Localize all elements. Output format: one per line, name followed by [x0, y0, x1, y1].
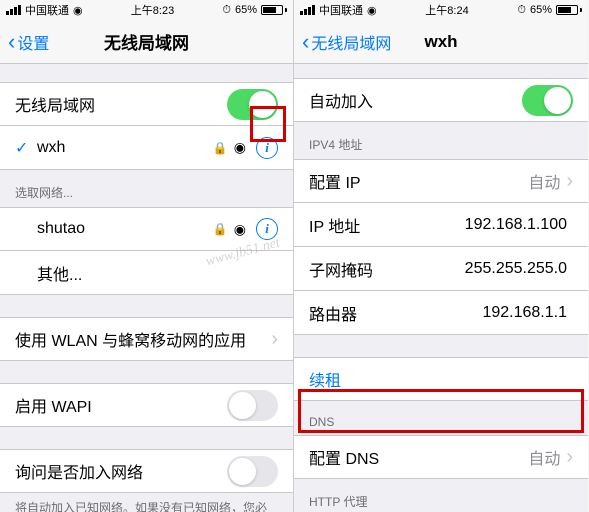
- auto-join-row: 自动加入: [294, 78, 588, 122]
- configure-dns-row[interactable]: 配置 DNS 自动 ›: [294, 435, 588, 479]
- status-time: 上午8:23: [131, 2, 174, 18]
- subnet-value: 255.255.255.0: [465, 260, 567, 278]
- wifi-icon: ◉: [234, 139, 246, 156]
- router-row: 路由器 192.168.1.1: [294, 291, 588, 335]
- wifi-switch[interactable]: [227, 89, 278, 120]
- chevron-left-icon: ‹: [8, 31, 15, 53]
- ask-switch[interactable]: [227, 456, 278, 487]
- wifi-toggle-row: 无线局域网: [0, 82, 293, 126]
- status-time: 上午8:24: [425, 2, 468, 18]
- battery-icon: [261, 5, 287, 15]
- wapi-switch[interactable]: [227, 390, 278, 421]
- wapi-row: 启用 WAPI: [0, 383, 293, 427]
- subnet-row: 子网掩码 255.255.255.0: [294, 247, 588, 291]
- ask-footer: 将自动加入已知网络。如果没有已知网络，您必须手动选择。: [0, 493, 293, 512]
- wifi-status-icon: ◉: [367, 4, 377, 17]
- auto-join-label: 自动加入: [309, 88, 373, 112]
- back-label: 设置: [17, 30, 49, 54]
- battery-icon: [556, 5, 582, 15]
- ip-address-row: IP 地址 192.168.1.100: [294, 203, 588, 247]
- configure-ip-row[interactable]: 配置 IP 自动 ›: [294, 159, 588, 203]
- back-button[interactable]: ‹无线局域网: [302, 30, 391, 54]
- carrier-label: 中国联通: [25, 2, 69, 18]
- router-label: 路由器: [309, 301, 357, 325]
- carrier-label: 中国联通: [319, 2, 363, 18]
- router-value: 192.168.1.1: [482, 304, 567, 322]
- ask-join-row: 询问是否加入网络: [0, 449, 293, 493]
- http-proxy-header: HTTP 代理: [294, 479, 588, 512]
- subnet-label: 子网掩码: [309, 257, 373, 281]
- status-bar: 中国联通 ◉ 上午8:23 ⏱ 65%: [0, 0, 293, 20]
- chevron-right-icon: ›: [271, 329, 278, 349]
- dns-header: DNS: [294, 401, 588, 435]
- alarm-icon: ⏱: [517, 4, 526, 17]
- renew-lease-row[interactable]: 续租: [294, 357, 588, 401]
- apps-label: 使用 WLAN 与蜂窝移动网的应用: [15, 327, 246, 351]
- configure-ip-value: 自动: [528, 169, 560, 193]
- configure-ip-label: 配置 IP: [309, 169, 361, 193]
- wifi-icon: ◉: [234, 221, 246, 238]
- ip-address-value: 192.168.1.100: [465, 216, 567, 234]
- network-name: wxh: [37, 139, 65, 157]
- configure-dns-label: 配置 DNS: [309, 445, 379, 469]
- apps-using-wlan-row[interactable]: 使用 WLAN 与蜂窝移动网的应用 ›: [0, 317, 293, 361]
- chevron-left-icon: ‹: [302, 31, 309, 53]
- network-row[interactable]: shutao 🔒 ◉ i: [0, 207, 293, 251]
- info-icon[interactable]: i: [256, 218, 278, 240]
- chevron-right-icon: ›: [566, 447, 573, 467]
- signal-icon: [300, 5, 315, 15]
- chevron-right-icon: ›: [566, 171, 573, 191]
- wifi-status-icon: ◉: [73, 4, 83, 17]
- info-icon[interactable]: i: [256, 137, 278, 159]
- renew-label: 续租: [309, 367, 341, 391]
- ip-address-label: IP 地址: [309, 213, 360, 237]
- navbar: ‹设置 无线局域网: [0, 20, 293, 64]
- wapi-label: 启用 WAPI: [15, 393, 92, 417]
- back-button[interactable]: ‹设置: [8, 30, 49, 54]
- navbar: ‹无线局域网 wxh: [294, 20, 588, 64]
- connected-network-row[interactable]: ✓ wxh 🔒 ◉ i: [0, 126, 293, 170]
- choose-network-header: 选取网络...: [0, 170, 293, 207]
- battery-percent: 65%: [235, 4, 257, 16]
- ask-label: 询问是否加入网络: [15, 459, 143, 483]
- configure-dns-value: 自动: [528, 445, 560, 469]
- wifi-toggle-label: 无线局域网: [15, 92, 95, 116]
- lock-icon: 🔒: [213, 141, 228, 155]
- check-icon: ✓: [15, 138, 29, 158]
- battery-percent: 65%: [530, 4, 552, 16]
- status-bar: 中国联通 ◉ 上午8:24 ⏱ 65%: [294, 0, 588, 20]
- network-name: shutao: [37, 220, 85, 238]
- auto-join-switch[interactable]: [522, 85, 573, 116]
- signal-icon: [6, 5, 21, 15]
- other-label: 其他...: [37, 261, 82, 285]
- ipv4-header: IPV4 地址: [294, 122, 588, 159]
- alarm-icon: ⏱: [222, 4, 231, 17]
- lock-icon: 🔒: [213, 222, 228, 236]
- back-label: 无线局域网: [311, 30, 391, 54]
- other-network-row[interactable]: 其他...: [0, 251, 293, 295]
